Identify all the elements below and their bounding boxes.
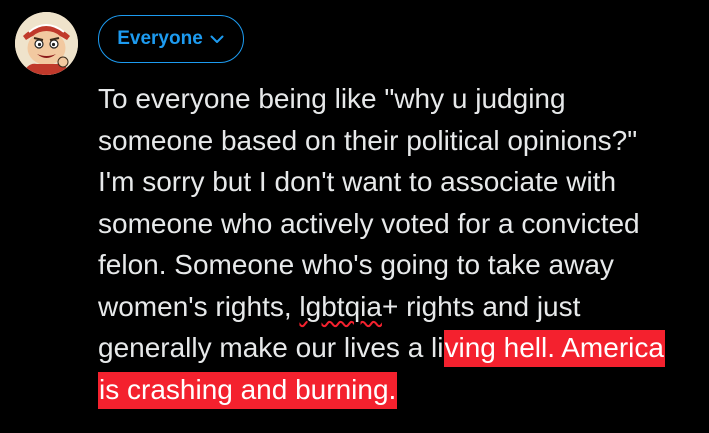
compose-line-3: I'm sorry but I don't want to associate … xyxy=(98,166,617,197)
compose-line-6-end: + rights and just xyxy=(381,290,581,322)
compose-line-2: someone based on their political opinion… xyxy=(98,124,638,156)
over-limit-text: ving hell. America xyxy=(443,330,665,367)
audience-button[interactable]: Everyone xyxy=(98,15,244,63)
compose-line-6-start: women's rights, xyxy=(98,290,300,322)
avatar-image xyxy=(15,12,78,75)
chevron-down-icon xyxy=(209,31,225,47)
avatar[interactable] xyxy=(15,12,78,75)
compose-line-7-normal: generally make our lives a li xyxy=(98,332,444,363)
compose-line-6: women's rights, lgbtqia+ rights and just xyxy=(98,286,698,328)
compose-line-4: someone who actively voted for a convict… xyxy=(98,207,640,239)
compose-line-1: To everyone being like "why u judging xyxy=(98,83,566,114)
audience-label: Everyone xyxy=(117,28,203,49)
compose-line-7: generally make our lives a living hell. … xyxy=(98,327,698,369)
over-limit-text: is crashing and burning. xyxy=(98,371,398,409)
compose-line-5: felon. Someone who's going to take away xyxy=(98,249,614,280)
tweet-compose-text[interactable]: To everyone being like "why u judging so… xyxy=(98,78,698,410)
misspelled-word[interactable]: lgbtqia xyxy=(299,291,382,322)
compose-line-8: is crashing and burning. xyxy=(98,369,698,411)
